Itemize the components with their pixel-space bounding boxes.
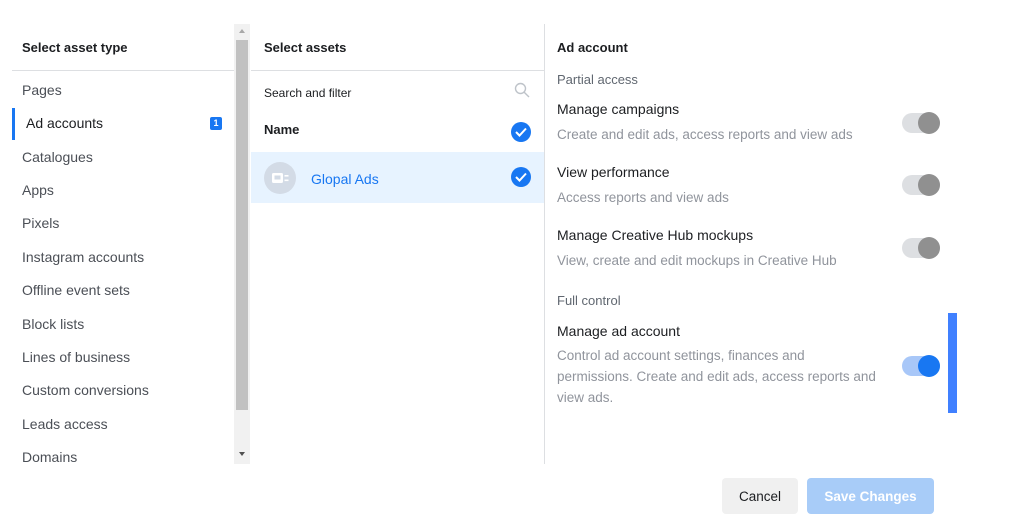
asset-type-pixels[interactable]: Pixels [22, 213, 234, 243]
asset-type-domains[interactable]: Domains [22, 447, 234, 477]
asset-name: Glopal Ads [311, 171, 379, 187]
manage-ad-account-toggle[interactable] [902, 355, 940, 377]
permission-description: View, create and edit mockups in Creativ… [557, 253, 837, 268]
assets-panel: Select assets Name Glopal Ads [251, 24, 545, 464]
select-all-check-icon[interactable] [511, 122, 531, 142]
name-column-header: Name [264, 122, 300, 137]
asset-type-label: Pages [22, 82, 62, 98]
permissions-panel: Ad account Partial access Manage campaig… [545, 24, 975, 464]
focus-indicator [948, 313, 957, 413]
asset-type-label: Ad accounts [26, 115, 104, 131]
permission-description: Access reports and view ads [557, 190, 729, 205]
assets-header: Select assets [264, 40, 347, 55]
permission-title: View performance [557, 164, 670, 180]
asset-type-block-lists[interactable]: Block lists [22, 314, 234, 344]
permissions-header: Ad account [557, 40, 628, 55]
asset-type-label: Apps [22, 182, 54, 198]
asset-type-panel: Select asset type Pages Ad accounts 1 Ca… [12, 24, 234, 465]
asset-check-icon[interactable] [511, 167, 531, 187]
asset-type-label: Lines of business [22, 349, 131, 365]
asset-type-header: Select asset type [22, 40, 128, 55]
asset-type-leads-access[interactable]: Leads access [22, 414, 234, 444]
search-icon[interactable] [514, 82, 530, 98]
toggle-knob [918, 355, 940, 377]
asset-type-label: Instagram accounts [22, 249, 145, 265]
asset-type-offline-event-sets[interactable]: Offline event sets [22, 280, 234, 310]
permission-description: Create and edit ads, access reports and … [557, 127, 853, 142]
asset-type-label: Custom conversions [22, 382, 149, 398]
asset-type-label: Block lists [22, 316, 85, 332]
creative-hub-toggle[interactable] [902, 237, 940, 259]
permission-title: Manage ad account [557, 323, 680, 339]
asset-row[interactable]: Glopal Ads [251, 152, 544, 203]
asset-type-scrollbar[interactable] [234, 24, 250, 464]
manage-campaigns-toggle[interactable] [902, 112, 940, 134]
search-input[interactable] [264, 83, 532, 103]
permission-title: Manage campaigns [557, 101, 680, 117]
asset-type-label: Catalogues [22, 149, 93, 165]
cancel-button[interactable]: Cancel [722, 478, 798, 514]
asset-type-instagram-accounts[interactable]: Instagram accounts [22, 247, 234, 277]
asset-type-ad-accounts[interactable]: Ad accounts 1 [12, 108, 224, 143]
asset-type-catalogues[interactable]: Catalogues [22, 147, 234, 177]
save-changes-button[interactable]: Save Changes [807, 478, 934, 514]
asset-type-lines-of-business[interactable]: Lines of business [22, 347, 234, 377]
divider [251, 70, 544, 71]
partial-access-heading: Partial access [557, 72, 638, 87]
asset-type-apps[interactable]: Apps [22, 180, 234, 210]
scroll-up-arrow-icon[interactable] [239, 29, 245, 33]
toggle-knob [918, 112, 940, 134]
permission-title: Manage Creative Hub mockups [557, 227, 754, 243]
scroll-thumb[interactable] [236, 40, 248, 410]
asset-type-custom-conversions[interactable]: Custom conversions [22, 380, 234, 410]
toggle-knob [918, 174, 940, 196]
view-performance-toggle[interactable] [902, 174, 940, 196]
asset-type-pages[interactable]: Pages [22, 80, 234, 110]
toggle-knob [918, 237, 940, 259]
permission-description: Control ad account settings, finances an… [557, 348, 876, 405]
asset-type-label: Pixels [22, 215, 60, 231]
count-badge: 1 [210, 117, 222, 130]
full-control-heading: Full control [557, 293, 621, 308]
scroll-down-arrow-icon[interactable] [239, 452, 245, 456]
asset-type-label: Leads access [22, 416, 108, 432]
asset-type-label: Offline event sets [22, 282, 130, 298]
ad-account-icon [264, 162, 296, 194]
asset-type-label: Domains [22, 449, 78, 465]
divider [12, 70, 234, 71]
